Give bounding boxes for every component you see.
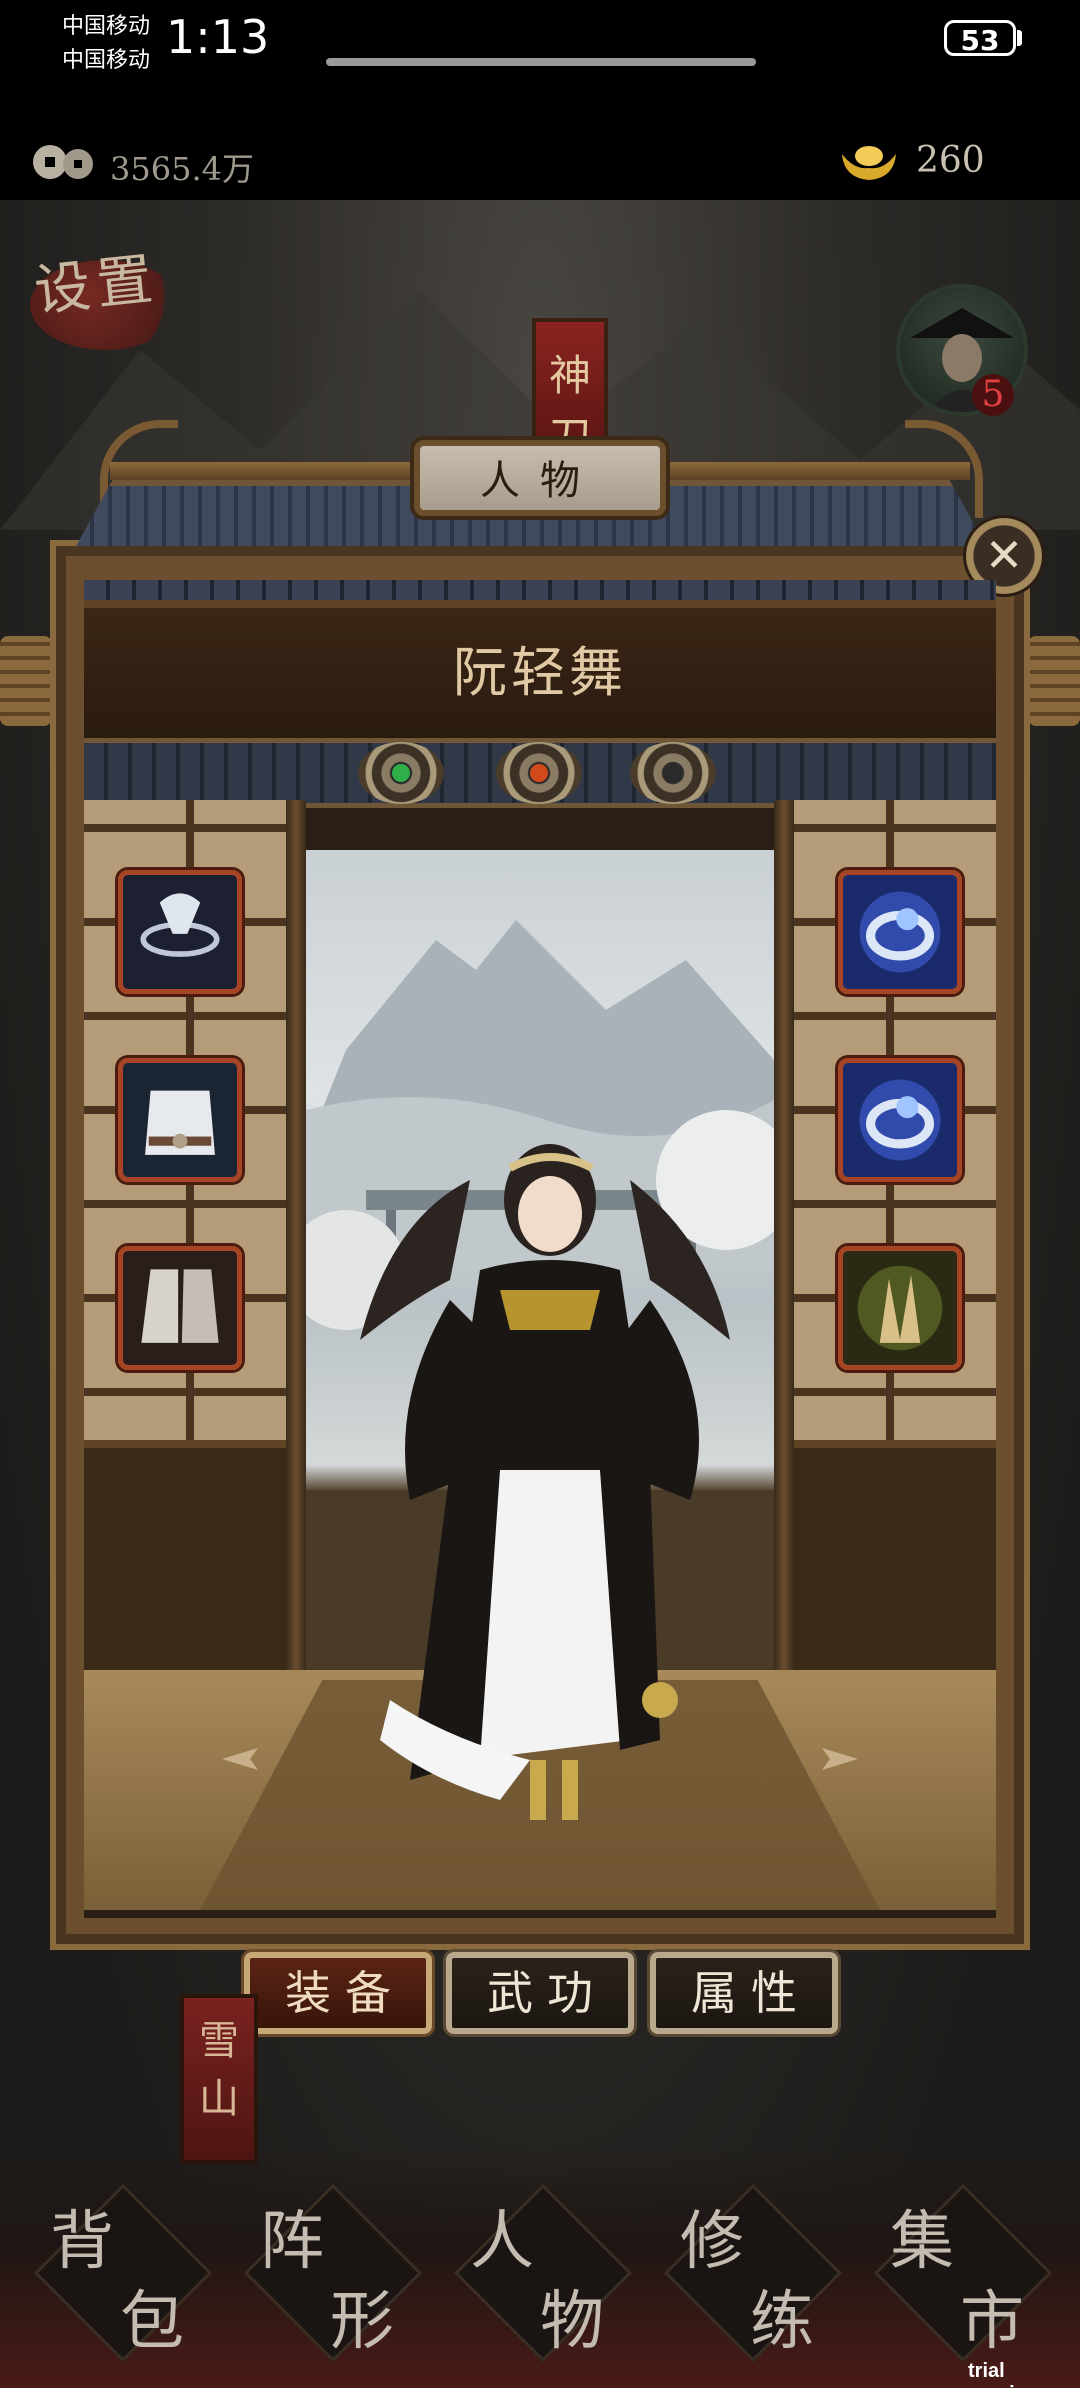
equip-slot-ring-2[interactable] <box>838 1058 962 1182</box>
nav-market-char-2: 市 <box>960 2285 1024 2359</box>
status-clock: 1:13 <box>166 10 270 64</box>
carrier-label-2: 中国移动 <box>62 48 151 73</box>
equip-slot-armor[interactable] <box>118 1058 242 1182</box>
panel-title: 人物 <box>414 440 666 516</box>
settings-button[interactable]: 设置 <box>30 240 180 350</box>
nav-market[interactable]: 集 市 <box>860 2180 1060 2380</box>
nav-formation[interactable]: 阵 形 <box>230 2180 430 2380</box>
tab-attributes[interactable]: 属性 <box>650 1952 838 2034</box>
boss-level-badge: 5 <box>972 374 1014 416</box>
nav-market-char-1: 集 <box>890 2205 954 2279</box>
golden-claw-icon <box>843 1251 957 1365</box>
xueshan-sign[interactable]: 雪山 <box>180 1994 258 2164</box>
gold-ingot-icon <box>842 146 896 180</box>
nav-character[interactable]: 人 物 <box>440 2180 640 2380</box>
green-orb-icon[interactable] <box>358 742 444 804</box>
arrow-left-icon[interactable] <box>220 1744 260 1774</box>
nav-bag-char-2: 包 <box>120 2285 184 2359</box>
dark-orb-icon[interactable] <box>630 742 716 804</box>
copper-coins-icon <box>33 145 93 179</box>
character-portrait <box>360 1144 730 1820</box>
door-post-right <box>774 800 794 1670</box>
nav-character-char-2: 物 <box>540 2285 604 2359</box>
status-bar: 中国移动 中国移动 1:13 53 3565.4万 260 <box>0 0 1080 200</box>
equip-slot-ring-1[interactable] <box>838 870 962 994</box>
nav-character-char-1: 人 <box>470 2205 534 2279</box>
trial-watermark: trial version <box>968 2360 1039 2388</box>
red-orb-icon[interactable] <box>496 742 582 804</box>
character-name: 阮轻舞 <box>453 641 627 704</box>
door-post-left <box>286 800 306 1670</box>
equip-slot-boots[interactable] <box>118 1246 242 1370</box>
wall-right-lower <box>784 1440 996 1678</box>
nav-training-char-1: 修 <box>680 2205 744 2279</box>
blue-ring-icon <box>843 875 957 989</box>
silver-boots-icon <box>123 1251 237 1365</box>
nav-training-label: 修 练 <box>650 2180 850 2380</box>
silver-helmet-icon <box>123 875 237 989</box>
blue-ring-icon <box>843 1063 957 1177</box>
equip-slot-accessory[interactable] <box>838 1246 962 1370</box>
lantern-left <box>0 636 52 726</box>
nav-bag[interactable]: 背 包 <box>20 2180 220 2380</box>
equip-slot-helmet[interactable] <box>118 870 242 994</box>
wall-left-lower <box>84 1440 296 1678</box>
tab-equipment[interactable]: 装备 <box>244 1952 432 2034</box>
white-robe-armor-icon <box>123 1063 237 1177</box>
nav-formation-char-1: 阵 <box>260 2205 324 2279</box>
nav-training[interactable]: 修 练 <box>650 2180 850 2380</box>
tab-martial-arts[interactable]: 武功 <box>446 1952 634 2034</box>
arrow-right-icon[interactable] <box>820 1744 860 1774</box>
carrier-label-1: 中国移动 <box>62 14 151 39</box>
ingots-value: 260 <box>916 140 985 181</box>
shendao-sign[interactable]: 神刀 <box>532 318 608 461</box>
settings-label: 设置 <box>31 246 162 325</box>
nav-bag-char-1: 背 <box>50 2205 114 2279</box>
coins-value: 3565.4万 <box>110 150 254 188</box>
nav-market-label: 集 市 <box>860 2180 1060 2380</box>
nav-formation-label: 阵 形 <box>230 2180 430 2380</box>
nav-training-char-2: 练 <box>750 2285 814 2359</box>
notch-pill <box>326 58 756 66</box>
battery-indicator: 53 <box>944 20 1016 57</box>
nav-bag-label: 背 包 <box>20 2180 220 2380</box>
battery-tip <box>1017 30 1022 46</box>
nav-character-label: 人 物 <box>440 2180 640 2380</box>
game-screen: 中国移动 中国移动 1:13 53 3565.4万 260 设置 神刀 5 人物… <box>0 0 1080 2388</box>
lantern-right <box>1028 636 1080 726</box>
nav-formation-char-2: 形 <box>330 2285 394 2359</box>
